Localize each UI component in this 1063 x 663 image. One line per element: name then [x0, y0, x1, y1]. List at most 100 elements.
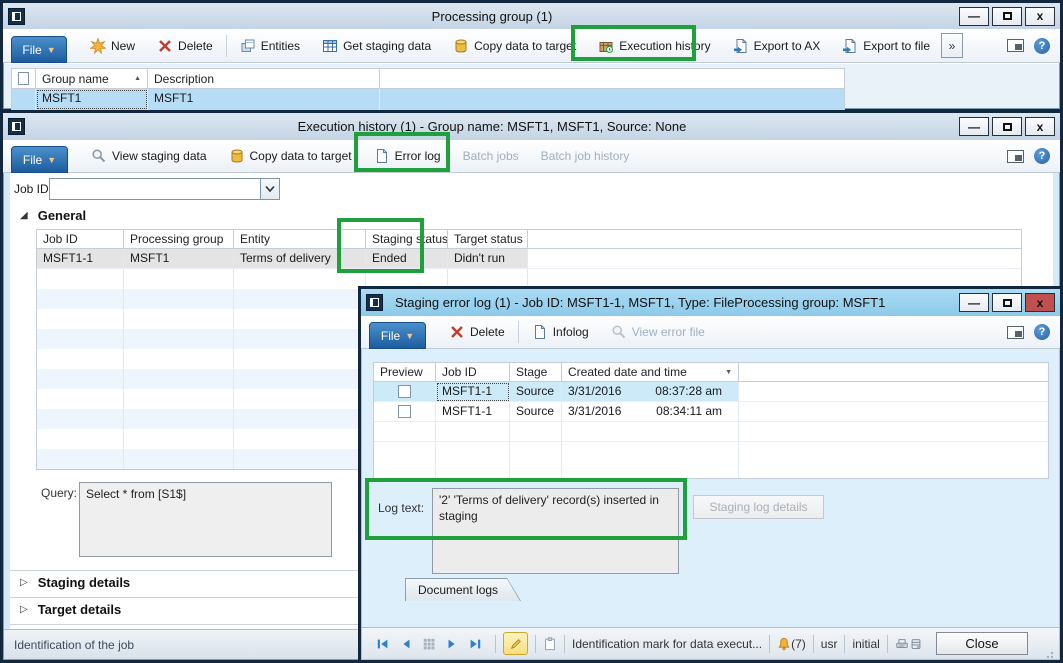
export-to-ax-button[interactable]: Export to AX	[722, 29, 832, 62]
job-id-cell[interactable]: MSFT1-1	[436, 382, 510, 402]
preview-checkbox-cell[interactable]	[374, 402, 436, 422]
processing-group-cell[interactable]: MSFT1	[124, 249, 234, 269]
window3-titlebar[interactable]: Staging error log (1) - Job ID: MSFT1-1,…	[361, 289, 1060, 316]
staging-status-cell[interactable]: Ended	[366, 249, 448, 269]
alerts-count[interactable]: (7)	[791, 637, 806, 651]
maximize-button[interactable]	[992, 7, 1022, 26]
section-general[interactable]: ◢ General	[20, 208, 86, 223]
close-button[interactable]: x	[1025, 117, 1055, 136]
help-icon[interactable]: ?	[1034, 38, 1050, 54]
delete-button[interactable]: Delete	[438, 316, 516, 348]
column-header-group-name[interactable]: Group name▲	[36, 69, 148, 89]
section-target-details[interactable]: ▷ Target details	[20, 602, 121, 617]
status-user[interactable]: usr	[821, 637, 838, 651]
preview-checkbox-cell[interactable]	[374, 382, 436, 402]
section-staging-details[interactable]: ▷ Staging details	[20, 575, 130, 590]
database-status-icon[interactable]	[909, 637, 923, 651]
layout-icon[interactable]	[1007, 150, 1024, 163]
grid-view-icon[interactable]	[422, 637, 436, 651]
next-record-icon[interactable]	[445, 637, 459, 651]
export-to-file-button[interactable]: Export to file	[831, 29, 941, 62]
column-header-created[interactable]: Created date and time▼	[562, 363, 739, 382]
new-button[interactable]: New	[79, 29, 146, 62]
expander-collapsed-icon[interactable]: ▷	[20, 577, 28, 588]
expander-expanded-icon[interactable]: ◢	[20, 210, 28, 221]
alerts-bell-icon[interactable]	[777, 637, 791, 651]
minimize-button[interactable]: —	[959, 7, 989, 26]
layout-icon[interactable]	[1007, 39, 1024, 52]
maximize-button[interactable]	[992, 293, 1022, 312]
stage-cell[interactable]: Source	[510, 382, 562, 402]
entity-cell[interactable]: Terms of delivery	[234, 249, 366, 269]
entities-button[interactable]: Entities	[229, 29, 311, 62]
column-header-job-id[interactable]: Job ID	[436, 363, 510, 382]
window1-titlebar[interactable]: Processing group (1) — x	[3, 3, 1060, 29]
get-staging-data-button[interactable]: Get staging data	[311, 29, 442, 62]
tab-document-logs[interactable]: Document logs	[405, 578, 521, 601]
session-icon[interactable]	[895, 637, 909, 651]
maximize-button[interactable]	[992, 117, 1022, 136]
batch-job-history-button[interactable]: Batch job history	[530, 140, 641, 172]
toolbar-overflow-button[interactable]: »	[941, 33, 963, 58]
row-checkbox-cell[interactable]	[12, 89, 36, 110]
column-header-description[interactable]: Description	[148, 69, 380, 89]
table-row[interactable]: MSFT1-1 MSFT1 Terms of delivery Ended Di…	[37, 249, 1021, 269]
column-header-staging-status[interactable]: Staging status	[366, 230, 448, 249]
file-menu-button[interactable]: File▼	[369, 322, 426, 349]
execution-history-button[interactable]: Execution history	[587, 29, 721, 62]
minimize-button[interactable]: —	[959, 117, 989, 136]
select-all-checkbox[interactable]	[18, 72, 29, 85]
previous-record-icon[interactable]	[399, 637, 413, 651]
column-header-target-status[interactable]: Target status	[448, 230, 528, 249]
close-button[interactable]: x	[1025, 293, 1055, 312]
window2-titlebar[interactable]: Execution history (1) - Group name: MSFT…	[3, 113, 1060, 140]
empty-row[interactable]	[374, 442, 1048, 478]
first-record-icon[interactable]	[376, 637, 390, 651]
column-header-entity[interactable]: Entity	[234, 230, 366, 249]
batch-jobs-button[interactable]: Batch jobs	[452, 140, 530, 172]
edit-mode-button[interactable]	[503, 632, 528, 655]
job-id-cell[interactable]: MSFT1-1	[436, 402, 510, 422]
table-row[interactable]: MSFT1-1 Source 3/31/201608:37:28 am	[374, 382, 1048, 402]
help-icon[interactable]: ?	[1034, 324, 1050, 340]
column-header-preview[interactable]: Preview	[374, 363, 436, 382]
job-id-combobox[interactable]	[49, 178, 280, 200]
last-record-icon[interactable]	[468, 637, 482, 651]
table-row[interactable]: MSFT1-1 Source 3/31/201608:34:11 am	[374, 402, 1048, 422]
close-button[interactable]: x	[1025, 7, 1055, 26]
help-icon[interactable]: ?	[1034, 148, 1050, 164]
group-name-cell[interactable]: MSFT1	[36, 89, 148, 110]
copy-data-to-target-button[interactable]: Copy data to target	[218, 140, 363, 172]
resize-grip[interactable]	[1046, 649, 1056, 659]
infolog-button[interactable]: Infolog	[521, 316, 600, 348]
created-cell[interactable]: 3/31/201608:34:11 am	[562, 402, 739, 422]
preview-checkbox[interactable]	[398, 405, 411, 418]
job-id-cell[interactable]: MSFT1-1	[37, 249, 124, 269]
status-company[interactable]: initial	[852, 637, 879, 651]
close-form-button[interactable]: Close	[936, 632, 1028, 655]
description-cell[interactable]: MSFT1	[148, 89, 380, 110]
select-all-checkbox-cell[interactable]	[12, 69, 36, 89]
job-id-field[interactable]	[50, 179, 260, 199]
dropdown-button[interactable]	[260, 179, 279, 199]
preview-checkbox[interactable]	[398, 385, 411, 398]
target-status-cell[interactable]: Didn't run	[448, 249, 528, 269]
minimize-button[interactable]: —	[959, 293, 989, 312]
delete-button[interactable]: Delete	[146, 29, 224, 62]
view-error-file-button[interactable]: View error file	[600, 316, 716, 348]
staging-log-details-button[interactable]: Staging log details	[693, 495, 824, 519]
error-log-button[interactable]: Error log	[363, 140, 452, 172]
view-staging-data-button[interactable]: View staging data	[80, 140, 218, 172]
created-cell[interactable]: 3/31/201608:37:28 am	[562, 382, 739, 402]
file-menu-button[interactable]: File▼	[11, 146, 68, 173]
column-header-processing-group[interactable]: Processing group	[124, 230, 234, 249]
copy-data-to-target-button[interactable]: Copy data to target	[442, 29, 587, 62]
table-row[interactable]: MSFT1 MSFT1	[12, 89, 844, 110]
stage-cell[interactable]: Source	[510, 402, 562, 422]
column-header-stage[interactable]: Stage	[510, 363, 562, 382]
layout-icon[interactable]	[1007, 326, 1024, 339]
expander-collapsed-icon[interactable]: ▷	[20, 604, 28, 615]
empty-row[interactable]	[374, 422, 1048, 442]
status-identification-text[interactable]: Identification mark for data execut...	[572, 637, 762, 651]
column-header-job-id[interactable]: Job ID	[37, 230, 124, 249]
